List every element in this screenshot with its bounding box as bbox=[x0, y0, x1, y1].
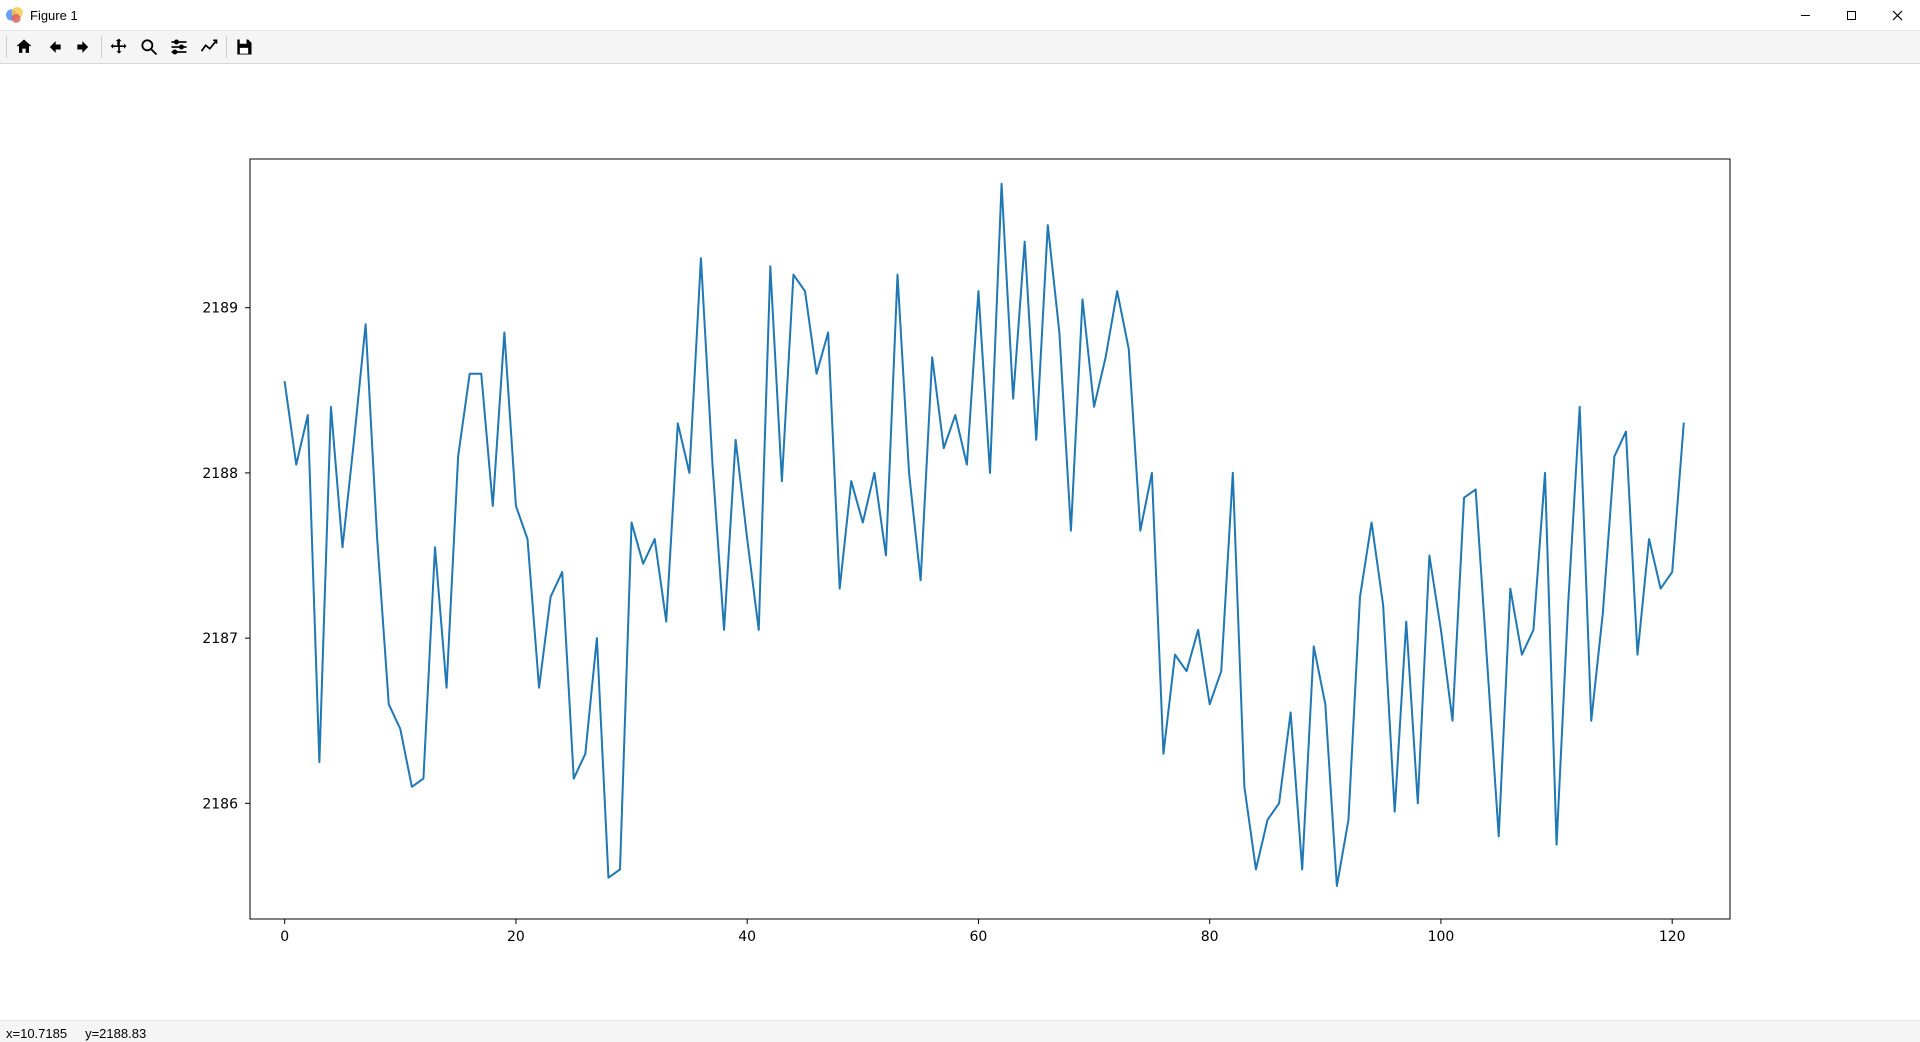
window-close-button[interactable] bbox=[1874, 0, 1920, 30]
x-tick-label: 80 bbox=[1201, 929, 1219, 945]
edit-axes-button[interactable] bbox=[194, 33, 224, 61]
data-line bbox=[285, 184, 1684, 886]
y-tick-label: 2186 bbox=[202, 796, 238, 812]
configure-subplots-button[interactable] bbox=[164, 33, 194, 61]
y-tick-label: 2187 bbox=[202, 631, 238, 647]
figure-canvas[interactable]: 0 20 40 60 80 100 120 2186 2187 2188 2189 bbox=[0, 64, 1920, 1020]
axes-frame bbox=[250, 159, 1730, 919]
toolbar-separator bbox=[226, 36, 227, 58]
x-tick-label: 60 bbox=[970, 929, 988, 945]
matplotlib-toolbar bbox=[0, 31, 1920, 64]
toolbar-separator bbox=[101, 36, 102, 58]
y-tick-label: 2189 bbox=[202, 301, 238, 317]
y-tick-label: 2188 bbox=[202, 466, 238, 482]
x-tick-label: 100 bbox=[1428, 929, 1455, 945]
zoom-button[interactable] bbox=[134, 33, 164, 61]
pan-button[interactable] bbox=[104, 33, 134, 61]
forward-button[interactable] bbox=[69, 33, 99, 61]
window-title: Figure 1 bbox=[30, 8, 78, 23]
window-titlebar: Figure 1 bbox=[0, 0, 1920, 31]
x-tick-label: 0 bbox=[280, 929, 289, 945]
back-button[interactable] bbox=[39, 33, 69, 61]
home-button[interactable] bbox=[9, 33, 39, 61]
toolbar-separator bbox=[6, 36, 7, 58]
status-bar: x=10.7185 y=2188.83 bbox=[0, 1020, 1920, 1042]
cursor-y-readout: y=2188.83 bbox=[85, 1026, 146, 1041]
cursor-x-readout: x=10.7185 bbox=[6, 1026, 67, 1041]
x-tick-label: 40 bbox=[738, 929, 756, 945]
window-minimize-button[interactable] bbox=[1782, 0, 1828, 30]
line-chart[interactable]: 0 20 40 60 80 100 120 2186 2187 2188 2189 bbox=[0, 64, 1920, 1020]
app-icon bbox=[6, 6, 24, 24]
x-tick-label: 20 bbox=[507, 929, 525, 945]
window-maximize-button[interactable] bbox=[1828, 0, 1874, 30]
save-figure-button[interactable] bbox=[229, 33, 259, 61]
x-tick-label: 120 bbox=[1659, 929, 1686, 945]
